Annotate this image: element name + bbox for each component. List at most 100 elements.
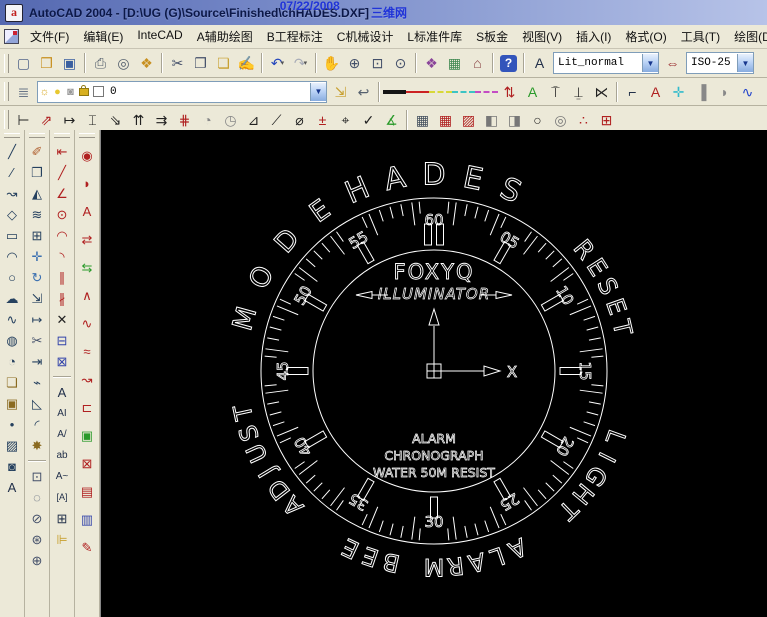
match-properties-button[interactable]: ✍ (235, 52, 258, 74)
block-align-button[interactable]: ⊟ (51, 330, 73, 351)
text-style-tool-button[interactable]: A~ (51, 466, 73, 487)
dim-quick-button[interactable]: ⋕ (173, 109, 196, 131)
toolbar-grip[interactable] (79, 133, 95, 138)
geometry-links-button[interactable]: ∴ (572, 109, 595, 131)
open-file-button[interactable]: ❒ (35, 52, 58, 74)
copy-button[interactable]: ❐ (189, 52, 212, 74)
ellipse-button[interactable]: ◍ (1, 330, 23, 351)
rotate-button[interactable]: ↻ (26, 267, 48, 288)
dropdown-arrow-icon[interactable]: ▾ (304, 60, 308, 67)
red-diameter-button[interactable]: ⊙ (51, 204, 73, 225)
undo-button[interactable]: ↶ ▾ (266, 52, 289, 74)
linetype-magenta[interactable] (475, 81, 498, 103)
dim-align-bottom-button[interactable]: ⍊ (567, 81, 590, 103)
menu-item-9[interactable]: 插入(I) (569, 26, 618, 47)
markup-set-manager-button[interactable]: ▦ (443, 52, 466, 74)
ellipse-arc-button[interactable]: ◔ (1, 351, 23, 372)
trim-button[interactable]: ✂ (26, 330, 48, 351)
scale-button[interactable]: ⇲ (26, 288, 48, 309)
red-parallel2-button[interactable]: ∦ (51, 288, 73, 309)
linetype-yellow[interactable] (429, 81, 452, 103)
sync-green-button[interactable]: ⇆ (76, 253, 98, 281)
publish-button[interactable]: ❖ (135, 52, 158, 74)
dim-style-combo[interactable]: ISO-25 ▼ (686, 52, 754, 74)
dim-jogged-button[interactable]: ⟋ (265, 109, 288, 131)
toolbar-grip[interactable] (4, 133, 20, 138)
dim-continue-button[interactable]: ⇉ (150, 109, 173, 131)
paste-button[interactable]: ❏ (212, 52, 235, 74)
plot-preview-button[interactable]: ◎ (112, 52, 135, 74)
dim-angular-button[interactable]: ◷ (219, 109, 242, 131)
toolbar-grip[interactable] (4, 53, 9, 73)
chamfer-button[interactable]: ◺ (26, 393, 48, 414)
zoom-realtime-button[interactable]: ⊕ (343, 52, 366, 74)
mirror-button[interactable]: ◭ (26, 183, 48, 204)
hatch-edit-button[interactable]: ▨ (457, 109, 480, 131)
sync-red-button[interactable]: ⇄ (76, 225, 98, 253)
block-attrib-button[interactable]: ⊞ (595, 109, 618, 131)
menu-item-7[interactable]: S板金 (469, 26, 515, 47)
menu-item-1[interactable]: 编辑(E) (76, 26, 130, 47)
chevron-down-icon[interactable]: ▼ (310, 82, 326, 101)
text-tool-green-button[interactable]: A (521, 81, 544, 103)
grid-red-button[interactable]: ▤ (76, 477, 98, 505)
linetype-cyan[interactable] (452, 81, 475, 103)
make-layer-current-button[interactable]: ⇲ (329, 81, 352, 103)
edit-text-button[interactable]: AI (51, 403, 73, 424)
construction-line-button[interactable]: ∕ (1, 162, 23, 183)
layer-properties-manager-button[interactable]: ≣ (12, 81, 35, 103)
array-button[interactable]: ⊞ (26, 225, 48, 246)
dim-baseline-button[interactable]: ⇈ (127, 109, 150, 131)
menu-item-11[interactable]: 工具(T) (674, 26, 727, 47)
shape-gray-right-button[interactable]: ◨ (503, 109, 526, 131)
title-bar[interactable]: a AutoCAD 2004 - [D:\UG (G)\Source\Finis… (0, 0, 767, 25)
dim-ordinate-button[interactable]: ↦ (58, 109, 81, 131)
clip-red-button[interactable]: ⊏ (76, 393, 98, 421)
region-shade-button[interactable]: ▐ (690, 81, 713, 103)
text-style-combo[interactable]: Lit_normal ▼ (553, 52, 659, 74)
text-block-button[interactable]: ⊞ (51, 508, 73, 529)
point-button[interactable]: • (1, 414, 23, 435)
dim-angle-green-button[interactable]: ∡ (380, 109, 403, 131)
copy-object-button[interactable]: ❐ (26, 162, 48, 183)
dim-center-mark-button[interactable]: ⌖ (334, 109, 357, 131)
chevron-down-icon[interactable]: ▼ (737, 54, 753, 72)
plot-button[interactable]: ⎙ (89, 52, 112, 74)
offset-button[interactable]: ≋ (26, 204, 48, 225)
dim-style-manager-button[interactable]: ⇔ (661, 52, 684, 74)
zoom-window-button[interactable]: ⊡ (366, 52, 389, 74)
spell-check-button[interactable]: ab (51, 445, 73, 466)
crosshair-button[interactable]: ✛ (667, 81, 690, 103)
explode-button[interactable]: ✸ (26, 435, 48, 456)
make-block-button[interactable]: ▣ (1, 393, 23, 414)
menu-item-12[interactable]: 绘图(D) (727, 26, 767, 47)
rectangle-button[interactable]: ▭ (1, 225, 23, 246)
menu-item-5[interactable]: C机械设计 (330, 26, 401, 47)
dim-vertical-button[interactable]: ⌶ (81, 109, 104, 131)
toolbar-grip[interactable] (4, 110, 9, 129)
pan-realtime-button[interactable]: ✋ (320, 52, 343, 74)
region-button[interactable]: ◙ (1, 456, 23, 477)
dim-update-button[interactable]: ⇅ (498, 81, 521, 103)
dim-aligned-button[interactable]: ⇗ (35, 109, 58, 131)
revcloud-button[interactable]: ☁ (1, 288, 23, 309)
extend-button[interactable]: ⇥ (26, 351, 48, 372)
single-text-button[interactable]: A/ (51, 424, 73, 445)
menu-item-3[interactable]: A辅助绘图 (190, 26, 260, 47)
menu-item-8[interactable]: 视图(V) (515, 26, 569, 47)
save-file-button[interactable]: ▣ (58, 52, 81, 74)
text-frame-button[interactable]: [A] (51, 487, 73, 508)
dim-check-button[interactable]: ✓ (357, 109, 380, 131)
red-arc2-button[interactable]: ◝ (51, 246, 73, 267)
red-angle-button[interactable]: ∠ (51, 183, 73, 204)
zoom-previous-button[interactable]: ⊙ (389, 52, 412, 74)
zoom-all-button[interactable]: ⊛ (26, 529, 48, 550)
pline-edit-button[interactable]: ⌐ (621, 81, 644, 103)
image-green-button[interactable]: ▣ (76, 421, 98, 449)
zoom-window-tool-button[interactable]: ⊡ (26, 466, 48, 487)
zoom-dynamic-button[interactable]: ◌ (26, 487, 48, 508)
red-arc-button[interactable]: ◠ (51, 225, 73, 246)
curve-red-button[interactable]: ≈ (76, 337, 98, 365)
zoom-in-button[interactable]: ⊕ (26, 550, 48, 571)
erase-button[interactable]: ✐ (26, 141, 48, 162)
